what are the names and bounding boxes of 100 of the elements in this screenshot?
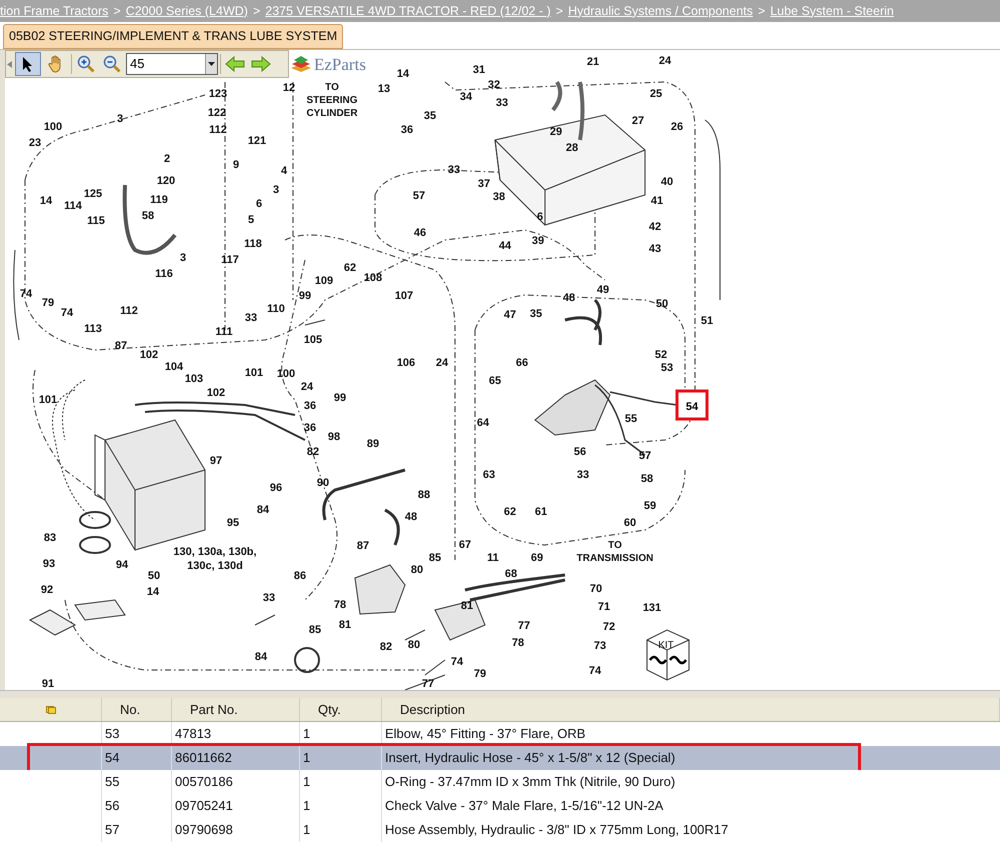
callout-number[interactable]: 112	[209, 124, 227, 136]
callout-number[interactable]: 33	[496, 97, 508, 109]
callout-number[interactable]: 42	[648, 221, 662, 233]
callout-number[interactable]: 87	[356, 540, 370, 552]
callout-number[interactable]: 84	[254, 651, 268, 663]
callout-number[interactable]: 48	[404, 511, 418, 523]
callout-number[interactable]: 122	[208, 107, 226, 119]
callout-number[interactable]: 103	[184, 373, 204, 385]
callout-number[interactable]: 74	[20, 288, 32, 300]
callout-number[interactable]: 3	[116, 113, 124, 125]
callout-number[interactable]: 89	[366, 438, 380, 450]
column-header[interactable]: Qty.	[300, 698, 382, 721]
callout-number[interactable]: 68	[504, 568, 518, 580]
callout-number[interactable]: 48	[562, 292, 576, 304]
pointer-tool-button[interactable]	[15, 52, 41, 76]
table-row[interactable]: 54 86011662 1 Insert, Hydraulic Hose - 45° x 1-5/8" x 12 (Special)	[0, 746, 1000, 770]
callout-number[interactable]: 81	[460, 600, 474, 612]
callout-number[interactable]: 93	[42, 558, 56, 570]
callout-number[interactable]: 114	[64, 200, 82, 212]
callout-number[interactable]: 74	[450, 656, 464, 668]
callout-number[interactable]: 31	[472, 64, 486, 76]
callout-number[interactable]: 36	[304, 422, 316, 434]
callout-number[interactable]: 78	[334, 599, 346, 611]
callout-number[interactable]: 13	[378, 83, 390, 95]
callout-number[interactable]: 86	[294, 570, 306, 582]
callout-number[interactable]: 35	[424, 110, 436, 122]
callout-number[interactable]: 99	[298, 290, 312, 302]
callout-number[interactable]: 74	[588, 665, 602, 677]
callout-number[interactable]: 34	[460, 91, 472, 103]
callout-number[interactable]: 14	[40, 195, 52, 207]
callout-number[interactable]: 112	[120, 305, 138, 317]
callout-number[interactable]: 70	[590, 583, 602, 595]
callout-number[interactable]: 81	[338, 619, 352, 631]
callout-number[interactable]: 6	[536, 211, 544, 223]
callout-number[interactable]: 11	[487, 552, 499, 564]
callout-number[interactable]: 6	[256, 198, 262, 210]
column-header[interactable]: Part No.	[172, 698, 300, 721]
callout-number[interactable]: 56	[574, 446, 586, 458]
callout-number[interactable]: 50	[148, 570, 160, 582]
callout-number[interactable]: 33	[448, 164, 460, 176]
callout-number[interactable]: 62	[504, 506, 516, 518]
callout-number[interactable]: 21	[586, 56, 600, 68]
callout-number[interactable]: 14	[396, 68, 410, 80]
callout-number[interactable]: 74	[60, 307, 74, 319]
callout-number[interactable]: 83	[44, 532, 56, 544]
callout-number[interactable]: 90	[316, 477, 330, 489]
callout-number[interactable]: 98	[328, 431, 340, 443]
callout-number[interactable]: 24	[300, 381, 314, 393]
callout-number[interactable]: 54	[686, 401, 698, 413]
callout-number[interactable]: 40	[660, 176, 674, 188]
callout-number[interactable]: 33	[576, 469, 590, 481]
callout-number[interactable]: 65	[488, 375, 502, 387]
callout-number[interactable]: 73	[594, 640, 606, 652]
callout-number[interactable]: 35	[530, 308, 542, 320]
callout-number[interactable]: 116	[155, 268, 173, 280]
callout-number[interactable]: 63	[482, 469, 496, 481]
callout-number[interactable]: 119	[150, 194, 168, 206]
callout-number[interactable]: 108	[364, 272, 382, 284]
callout-number[interactable]: 101	[244, 367, 264, 379]
callout-number[interactable]: 49	[596, 284, 610, 296]
callout-number[interactable]: 47	[504, 309, 516, 321]
callout-number[interactable]: 107	[394, 290, 414, 302]
callout-number[interactable]: 25	[650, 88, 662, 100]
callout-number[interactable]: 29	[550, 126, 562, 138]
callout-number[interactable]: 84	[256, 504, 270, 516]
callout-number[interactable]: 60	[624, 517, 636, 529]
callout-number[interactable]: 79	[474, 668, 486, 680]
callout-number[interactable]: 97	[210, 455, 222, 467]
callout-number[interactable]: 110	[267, 303, 285, 315]
callout-number[interactable]: 23	[28, 137, 42, 149]
callout-number[interactable]: 57	[638, 450, 652, 462]
callout-number[interactable]: 100	[44, 121, 62, 133]
callout-number[interactable]: 24	[436, 357, 448, 369]
callout-number[interactable]: 12	[282, 82, 296, 94]
callout-number[interactable]: 131	[642, 602, 662, 614]
callout-number[interactable]: 125	[84, 188, 102, 200]
callout-number[interactable]: 71	[598, 601, 610, 613]
callout-number[interactable]: 95	[226, 517, 240, 529]
callout-number[interactable]: 79	[42, 297, 54, 309]
callout-number[interactable]: 43	[648, 243, 662, 255]
callout-number[interactable]: 99	[334, 392, 346, 404]
callout-number[interactable]: 85	[308, 624, 322, 636]
callout-number[interactable]: 130, 130a, 130b,	[173, 546, 257, 558]
callout-number[interactable]: 101	[38, 394, 58, 406]
callout-number[interactable]: 77	[518, 620, 530, 632]
callout-number[interactable]: 121	[248, 135, 266, 147]
callout-number[interactable]: 91	[42, 678, 54, 690]
zoom-combo[interactable]: 45	[126, 53, 218, 75]
callout-number[interactable]: 109	[314, 275, 334, 287]
callout-number[interactable]: 118	[244, 238, 262, 250]
callout-number[interactable]: 78	[512, 637, 524, 649]
callout-number[interactable]: 85	[428, 552, 442, 564]
callout-number[interactable]: 32	[488, 79, 500, 91]
callout-number[interactable]: 41	[650, 195, 664, 207]
callout-number[interactable]: 33	[262, 592, 276, 604]
callout-number[interactable]: 59	[644, 500, 656, 512]
callout-number[interactable]: 26	[670, 121, 684, 133]
callout-number[interactable]: 102	[140, 349, 158, 361]
callout-number[interactable]: 3	[272, 184, 280, 196]
callout-number[interactable]: 38	[492, 191, 506, 203]
